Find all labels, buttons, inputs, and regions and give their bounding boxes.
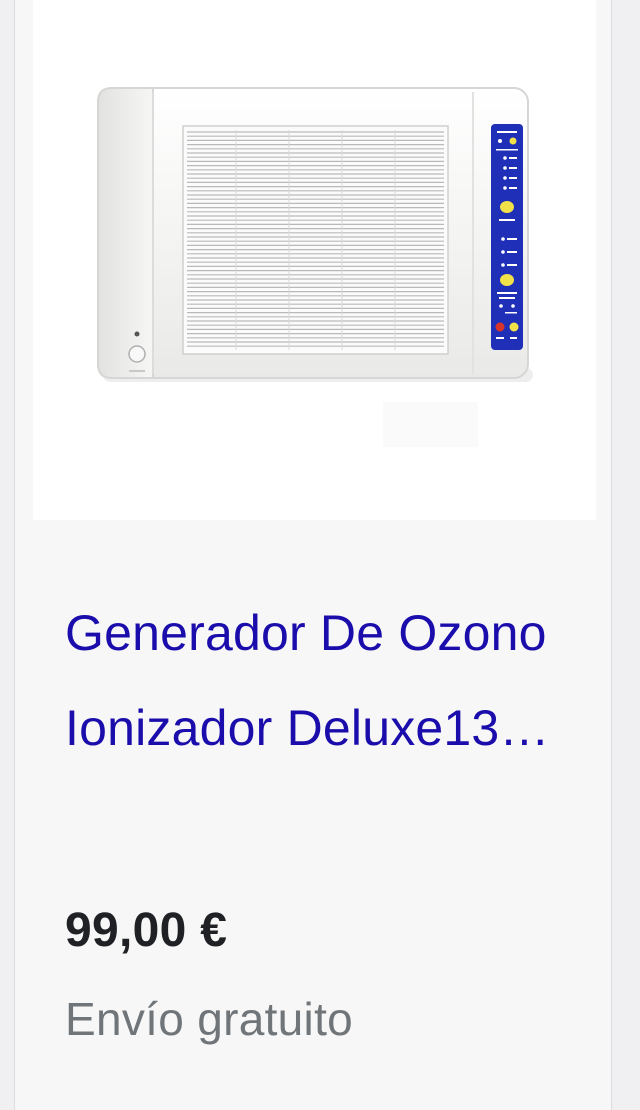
grille-icon — [182, 125, 449, 355]
shipping-info: Envío gratuito — [65, 993, 354, 1045]
power-led-icon — [134, 331, 140, 337]
product-card[interactable]: Generador De Ozono Ionizador Deluxe13… 9… — [14, 0, 612, 1110]
control-panel-icon — [491, 124, 523, 350]
product-image-container[interactable] — [33, 0, 596, 520]
product-price: 99,00 € — [65, 904, 228, 957]
power-button-icon — [128, 345, 146, 363]
product-image[interactable] — [33, 0, 596, 520]
product-title-link[interactable]: Generador De Ozono Ionizador Deluxe13… — [65, 586, 575, 776]
